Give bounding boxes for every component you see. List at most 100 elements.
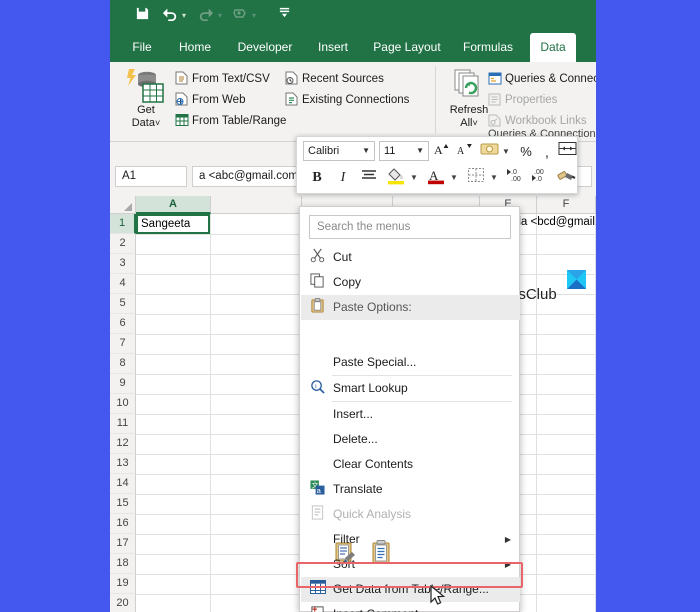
row-header-14[interactable]: 14 xyxy=(110,474,136,494)
row-header-2[interactable]: 2 xyxy=(110,234,136,254)
font-name-box[interactable]: Calibri ▼ xyxy=(303,141,375,161)
undo-icon[interactable] xyxy=(160,6,180,26)
row-header-3[interactable]: 3 xyxy=(110,254,136,274)
tab-developer[interactable]: Developer xyxy=(229,33,301,62)
menu-item-delete[interactable]: Delete... xyxy=(301,427,520,452)
menu-item-cut[interactable]: Cut xyxy=(301,245,520,270)
column-header-b[interactable] xyxy=(211,196,302,214)
bold-icon[interactable]: B xyxy=(309,167,325,189)
undo-dropdown-caret-icon[interactable]: ▾ xyxy=(180,11,188,20)
from-text-csv-item[interactable]: From Text/CSV xyxy=(175,69,270,89)
menu-item-copy[interactable]: Copy xyxy=(301,270,520,295)
redo-icon xyxy=(196,6,216,26)
menu-item-paste-options: Paste Options: xyxy=(301,295,520,320)
font-size-caret-icon[interactable]: ▼ xyxy=(416,142,424,160)
row-header-1[interactable]: 1 xyxy=(110,214,136,234)
merge-cells-icon[interactable] xyxy=(557,141,577,163)
accounting-format-caret-icon[interactable]: ▼ xyxy=(502,141,510,163)
menu-item-insert-comment[interactable]: Insert Comment xyxy=(301,602,520,612)
from-web-item[interactable]: From Web xyxy=(175,90,245,110)
percent-style-icon[interactable]: % xyxy=(516,141,536,163)
mini-format-toolbar[interactable]: Calibri ▼ 11 ▼ A A ▼ % , B I ▼ A ▼ ▼ .0 … xyxy=(296,136,578,194)
column-header-f[interactable]: F xyxy=(537,196,596,214)
row-header-4[interactable]: 4 xyxy=(110,274,136,294)
scissors-icon xyxy=(308,248,327,267)
row-header-8[interactable]: 8 xyxy=(110,354,136,374)
select-all-corner[interactable] xyxy=(110,196,136,214)
font-size-box[interactable]: 11 ▼ xyxy=(379,141,429,161)
menu-item-clear-contents-label: Clear Contents xyxy=(333,457,414,471)
row-header-6[interactable]: 6 xyxy=(110,314,136,334)
borders-icon[interactable] xyxy=(465,167,487,189)
tab-file[interactable]: File xyxy=(124,33,160,62)
touch-mode-icon xyxy=(230,6,250,28)
touch-mode-caret-icon: ▾ xyxy=(251,11,256,20)
row-header-16[interactable]: 16 xyxy=(110,514,136,534)
tab-insert[interactable]: Insert xyxy=(309,33,357,62)
borders-caret-icon[interactable]: ▼ xyxy=(490,167,498,189)
tab-page-layout[interactable]: Page Layout xyxy=(365,33,449,62)
format-painter-icon[interactable] xyxy=(555,167,577,189)
row-header-5[interactable]: 5 xyxy=(110,294,136,314)
from-table-range-item[interactable]: From Table/Range xyxy=(175,111,286,131)
row-header-17[interactable]: 17 xyxy=(110,534,136,554)
menu-item-paste-special[interactable]: Paste Special... xyxy=(301,350,520,375)
italic-icon[interactable]: I xyxy=(335,167,351,189)
font-name-caret-icon[interactable]: ▼ xyxy=(362,142,370,160)
row-header-9[interactable]: 9 xyxy=(110,374,136,394)
menu-item-translate[interactable]: 文a Translate xyxy=(301,477,520,502)
menu-item-clear-contents[interactable]: Clear Contents xyxy=(301,452,520,477)
menu-item-insert[interactable]: Insert... xyxy=(301,402,520,427)
recent-sources-item[interactable]: Recent Sources xyxy=(285,69,384,89)
queries-connections-item[interactable]: Queries & Connections xyxy=(488,69,596,89)
row-header-11[interactable]: 11 xyxy=(110,414,136,434)
font-color-icon[interactable]: A xyxy=(425,167,447,189)
comma-style-icon[interactable]: , xyxy=(540,141,554,163)
row-header-18[interactable]: 18 xyxy=(110,554,136,574)
decrease-decimal-icon[interactable]: .0.00 xyxy=(505,167,527,189)
menu-search-input[interactable]: Search the menus xyxy=(309,215,511,239)
row-header-15[interactable]: 15 xyxy=(110,494,136,514)
recent-sources-label: Recent Sources xyxy=(302,73,384,85)
row-header-19[interactable]: 19 xyxy=(110,574,136,594)
tab-formulas[interactable]: Formulas xyxy=(457,33,519,62)
tab-home[interactable]: Home xyxy=(171,33,219,62)
align-icon[interactable] xyxy=(359,167,379,189)
svg-text:.0: .0 xyxy=(511,169,517,176)
refresh-all-caret-icon[interactable]: ˅ xyxy=(472,118,477,128)
menu-item-get-data-from-table-range[interactable]: Get Data from Table/Range... xyxy=(301,577,520,602)
customize-qat-icon[interactable] xyxy=(274,6,294,26)
font-color-caret-icon[interactable]: ▼ xyxy=(450,167,458,189)
row-header-7[interactable]: 7 xyxy=(110,334,136,354)
filter-submenu-arrow-icon: ▶ xyxy=(504,535,511,544)
get-data-caret-icon[interactable]: ˅ xyxy=(155,118,160,128)
translate-icon: 文a xyxy=(308,480,327,499)
row-header-13[interactable]: 13 xyxy=(110,454,136,474)
decrease-font-size-icon[interactable]: A xyxy=(456,141,476,163)
column-header-a[interactable]: A xyxy=(136,196,211,214)
fill-color-icon[interactable] xyxy=(385,167,407,189)
existing-connections-item[interactable]: Existing Connections xyxy=(285,90,409,110)
menu-item-smart-lookup[interactable]: i Smart Lookup xyxy=(301,376,520,401)
get-data-label-2: Data xyxy=(131,117,155,129)
existing-connections-icon xyxy=(285,92,302,113)
cell-context-menu[interactable]: Search the menus Cut Copy Paste Options: xyxy=(299,206,520,612)
row-header-20[interactable]: 20 xyxy=(110,594,136,612)
get-data-button[interactable]: Get Data˅ xyxy=(120,68,172,130)
name-box[interactable]: A1 xyxy=(115,166,187,187)
mouse-pointer xyxy=(430,585,446,605)
tab-data[interactable]: Data xyxy=(530,33,576,62)
increase-font-size-icon[interactable]: A xyxy=(433,141,453,163)
increase-decimal-icon[interactable]: .00.0 xyxy=(530,167,552,189)
cell-a1[interactable]: Sangeeta xyxy=(136,214,210,234)
from-web-label: From Web xyxy=(192,94,246,106)
row-header-12[interactable]: 12 xyxy=(110,434,136,454)
row-header-10[interactable]: 10 xyxy=(110,394,136,414)
fill-color-caret-icon[interactable]: ▼ xyxy=(410,167,418,189)
accounting-number-format-icon[interactable] xyxy=(479,141,501,163)
menu-item-sort[interactable]: Sort ▶ xyxy=(301,552,520,577)
save-icon[interactable] xyxy=(132,6,152,27)
from-text-csv-label: From Text/CSV xyxy=(192,73,270,85)
menu-item-filter[interactable]: Filter ▶ xyxy=(301,527,520,552)
menu-item-cut-label: Cut xyxy=(333,250,352,264)
